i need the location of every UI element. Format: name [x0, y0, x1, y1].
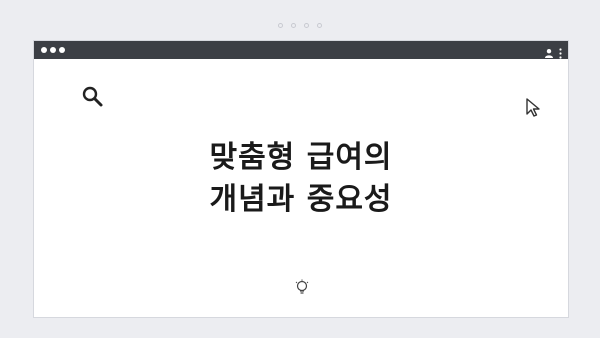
minimize-window-button[interactable] — [50, 47, 56, 53]
maximize-window-button[interactable] — [59, 47, 65, 53]
cursor-icon — [524, 97, 546, 119]
lightbulb-icon — [294, 279, 310, 297]
browser-window: 맞춤형 급여의 개념과 중요성 — [33, 40, 569, 318]
pager-dot[interactable] — [278, 23, 283, 28]
slide-title: 맞춤형 급여의 개념과 중요성 — [34, 137, 568, 221]
pager-dot[interactable] — [291, 23, 296, 28]
slide-canvas: 맞춤형 급여의 개념과 중요성 — [34, 59, 568, 317]
pager-dot[interactable] — [317, 23, 322, 28]
window-titlebar — [34, 41, 568, 59]
search-icon — [81, 85, 105, 109]
pager-dot[interactable] — [304, 23, 309, 28]
slide-title-line-2: 개념과 중요성 — [209, 182, 393, 217]
window-controls — [41, 47, 65, 53]
slide-pager — [0, 23, 600, 28]
close-window-button[interactable] — [41, 47, 47, 53]
slide-title-line-1: 맞춤형 급여의 — [209, 140, 393, 175]
